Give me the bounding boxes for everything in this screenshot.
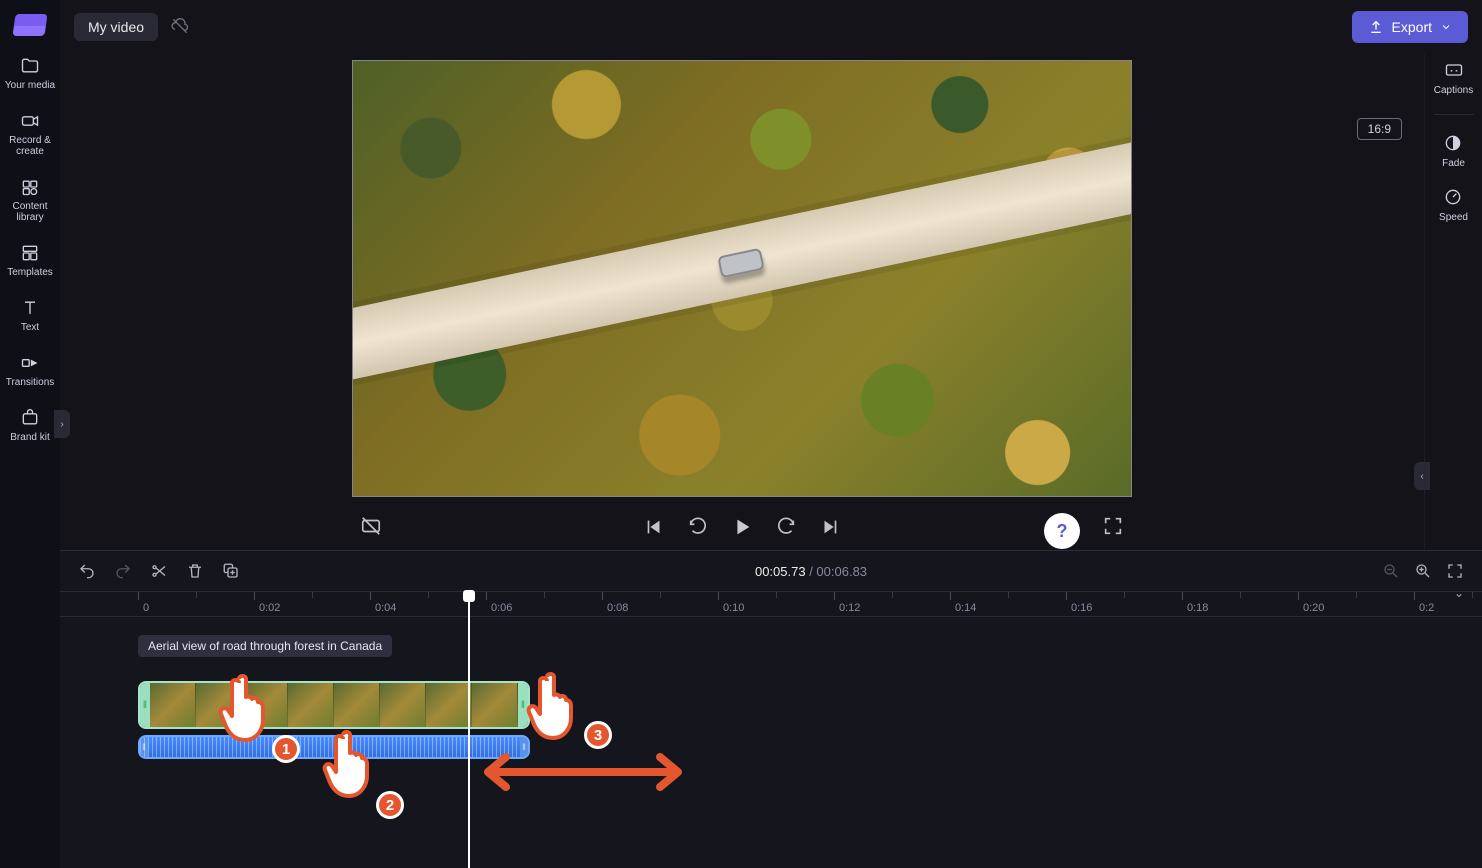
transport-bar: ? [352,505,1132,549]
audio-clip[interactable]: ‖ ‖ [138,735,530,759]
ruler-tick: 0:2 [1414,592,1434,616]
sidebar-item-label: Templates [7,267,53,278]
sidebar-item-label: Your media [5,80,55,91]
cloud-sync-off-icon[interactable] [170,16,190,39]
sidebar-item-label: Transitions [6,377,55,388]
chevron-down-icon [1440,21,1452,33]
skip-end-button[interactable] [819,516,841,538]
hide-preview-button[interactable] [360,515,382,537]
ruler-tick: 0:02 [254,592,280,616]
zoom-in-button[interactable] [1414,562,1432,580]
tutorial-badge-3: 3 [584,721,612,749]
sidebar-item-label: Fade [1442,158,1465,169]
undo-button[interactable] [78,562,96,580]
clip-trim-handle-right[interactable]: ‖ [518,683,528,727]
duration: 00:06.83 [816,564,867,579]
ruler-tick: 0:14 [950,592,976,616]
sidebar-item-label: Text [21,322,39,333]
fade-icon [1443,133,1463,153]
zoom-fit-button[interactable] [1446,562,1464,580]
ruler-tick: 0:12 [834,592,860,616]
sidebar-item-label: Brand kit [10,432,49,443]
help-button[interactable]: ? [1044,513,1080,549]
playhead[interactable] [468,617,470,868]
zoom-out-button[interactable] [1382,562,1400,580]
sidebar-item-record-create[interactable]: Record & create [0,101,60,167]
aspect-ratio-button[interactable]: 16:9 [1357,118,1402,140]
library-icon [20,177,40,197]
timeline-panel: 00:05.73 / 00:06.83 0 0:02 0:04 0:06 0:08 0:1… [60,550,1482,868]
sidebar-item-fade[interactable]: Fade [1442,133,1465,169]
ruler-tick: 0:20 [1298,592,1324,616]
speed-icon [1443,187,1463,207]
sidebar-item-transitions[interactable]: Transitions [0,343,60,398]
current-time: 00:05.73 [755,564,806,579]
ruler-tick: 0:16 [1066,592,1092,616]
tutorial-badge-2: 2 [376,791,404,819]
sidebar-item-label: Record & create [4,135,56,157]
clip-thumbnails [150,683,518,727]
rewind-button[interactable] [687,516,709,538]
ruler-tick: 0:06 [486,592,512,616]
sidebar-item-speed[interactable]: Speed [1439,187,1468,223]
play-button[interactable] [731,516,753,538]
audio-trim-handle-right[interactable]: ‖ [520,737,528,757]
sidebar-item-brand-kit[interactable]: Brand kit [0,398,60,453]
delete-button[interactable] [186,562,204,580]
captions-icon [1444,60,1464,80]
time-separator: / [806,564,817,579]
sidebar-item-label: Speed [1439,212,1468,223]
clip-tooltip: Aerial view of road through forest in Ca… [138,635,392,657]
time-display: 00:05.73 / 00:06.83 [258,564,1364,579]
export-label: Export [1392,19,1432,35]
project-title[interactable]: My video [74,13,158,41]
sidebar-item-label: Captions [1434,85,1473,96]
export-button[interactable]: Export [1352,11,1468,43]
forward-button[interactable] [775,516,797,538]
ruler-tick: 0 [138,592,149,616]
redo-button[interactable] [114,562,132,580]
main-column: My video Export 16:9 [60,0,1482,868]
playhead-knob[interactable] [468,592,470,618]
timeline-toolbar: 00:05.73 / 00:06.83 [60,551,1482,591]
folder-icon [20,56,40,76]
right-sidebar-expand-handle[interactable]: ‹ [1414,462,1430,490]
preview-area: 16:9 ? [60,54,1424,550]
timeline-ruler[interactable]: 0 0:02 0:04 0:06 0:08 0:10 0:12 0:14 0:16 0:18 0:2… [60,591,1482,617]
clip-trim-handle-left[interactable]: ‖ [140,683,150,727]
timeline-tracks[interactable]: Aerial view of road through forest in Ca… [60,617,1482,868]
skip-start-button[interactable] [643,516,665,538]
tutorial-badge-1: 1 [272,735,300,763]
app-logo [12,14,47,36]
duplicate-button[interactable] [222,562,240,580]
ruler-tick: 0:18 [1182,592,1208,616]
left-sidebar: Your media Record & create Content libra… [0,0,60,868]
sidebar-item-content-library[interactable]: Content library [0,167,60,233]
sidebar-item-text[interactable]: Text [0,288,60,343]
video-canvas[interactable] [352,60,1132,497]
ruler-tick: 0:08 [602,592,628,616]
fullscreen-button[interactable] [1102,515,1124,537]
brandkit-icon [20,408,40,428]
transitions-icon [20,353,40,373]
sidebar-item-label: Content library [4,201,56,223]
split-button[interactable] [150,562,168,580]
text-icon [20,298,40,318]
ruler-tick: 0:10 [718,592,744,616]
top-bar: My video Export [60,0,1482,54]
right-sidebar: Captions Fade Speed ‹ ⌄ [1424,54,1482,550]
sidebar-item-templates[interactable]: Templates [0,233,60,288]
upload-icon [1368,19,1384,35]
sidebar-item-captions[interactable]: Captions [1434,60,1473,96]
camera-icon [20,111,40,131]
templates-icon [20,243,40,263]
video-clip[interactable]: ‖ ‖ [138,681,530,729]
ruler-tick: 0:04 [370,592,396,616]
sidebar-item-your-media[interactable]: Your media [0,46,60,101]
